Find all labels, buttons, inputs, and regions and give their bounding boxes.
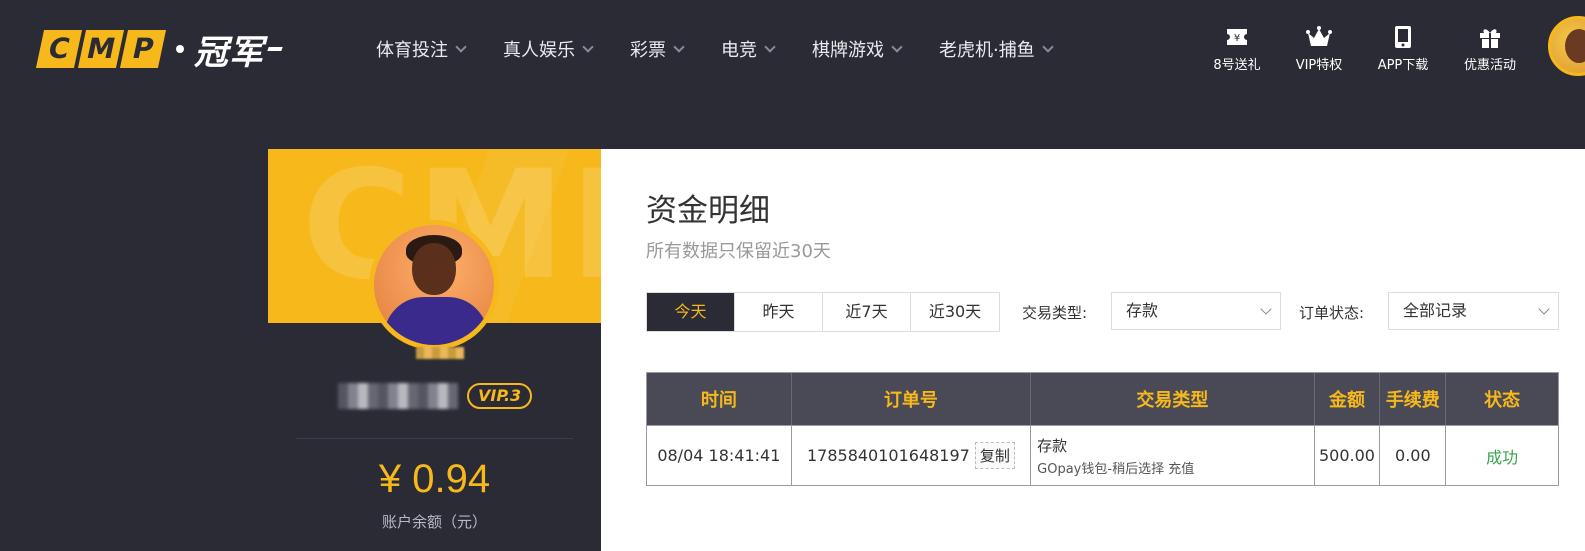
quick-links: ¥ 8号送礼 VIP特权 APP下载 优惠活动 <box>1200 24 1538 73</box>
cell-order-no: 1785840101648197 复制 <box>792 426 1032 485</box>
logo-dash <box>267 47 283 51</box>
chevron-down-icon <box>764 40 776 53</box>
tab-today[interactable]: 今天 <box>647 293 735 331</box>
tab-last-30-days[interactable]: 近30天 <box>911 293 999 331</box>
nav-item-label: 真人娱乐 <box>503 40 575 61</box>
quick-link-gift-8th[interactable]: ¥ 8号送礼 <box>1200 24 1274 73</box>
table-row: 08/04 18:41:41 1785840101648197 复制 存款 GO… <box>647 426 1558 485</box>
quick-link-label: VIP特权 <box>1295 58 1343 73</box>
chevron-down-icon <box>582 40 594 53</box>
transaction-method: GOpay钱包-稍后选择 充值 <box>1037 461 1195 477</box>
balance-label: 账户余额（元） <box>381 513 487 531</box>
nav-item-live-casino[interactable]: 真人娱乐 <box>503 36 594 62</box>
svg-text:¥: ¥ <box>1234 33 1240 44</box>
order-number: 1785840101648197 <box>806 446 970 465</box>
column-header-fee: 手续费 <box>1380 373 1447 425</box>
nav-item-card-games[interactable]: 棋牌游戏 <box>812 36 903 62</box>
nav-item-esports[interactable]: 电竞 <box>721 36 776 62</box>
nav-item-label: 体育投注 <box>376 40 448 61</box>
quick-link-vip[interactable]: VIP特权 <box>1274 24 1364 73</box>
column-header-type: 交易类型 <box>1031 373 1315 425</box>
transaction-type-value: 存款 <box>1126 301 1159 320</box>
chevron-down-icon <box>1260 303 1272 315</box>
site-logo[interactable]: C M P 冠军 <box>35 28 283 73</box>
chevron-down-icon <box>455 40 467 53</box>
logo-letters: C M P <box>35 30 167 68</box>
transaction-type: 存款 <box>1037 436 1068 455</box>
cell-amount: 500.00 <box>1315 426 1381 485</box>
transaction-type-label: 交易类型: <box>1022 304 1088 322</box>
date-range-tabs: 今天 昨天 近7天 近30天 <box>646 292 1000 332</box>
page-subtitle: 所有数据只保留近30天 <box>646 241 831 262</box>
account-balance: ¥ 0.94 <box>378 457 491 501</box>
order-status-select[interactable]: 全部记录 <box>1388 292 1559 330</box>
nav-item-lottery[interactable]: 彩票 <box>630 36 685 62</box>
avatar-head <box>412 243 456 295</box>
blurred-tag <box>416 347 464 359</box>
order-status-label: 订单状态: <box>1299 304 1365 322</box>
nav-item-label: 老虎机·捕鱼 <box>939 40 1035 61</box>
nav-item-label: 彩票 <box>630 40 666 61</box>
quick-link-app-download[interactable]: APP下载 <box>1364 24 1442 73</box>
main-nav: 体育投注 真人娱乐 彩票 电竞 棋牌游戏 老虎机·捕鱼 <box>376 36 1090 62</box>
cell-time: 08/04 18:41:41 <box>647 426 792 485</box>
column-header-status: 状态 <box>1484 390 1521 411</box>
nav-item-slots-fishing[interactable]: 老虎机·捕鱼 <box>939 36 1054 62</box>
column-header-order-no: 订单号 <box>792 373 1032 425</box>
ticket-icon: ¥ <box>1225 24 1249 50</box>
logo-chinese-name: 冠军 <box>194 32 264 73</box>
cell-type: 存款 GOpay钱包-稍后选择 充值 <box>1031 426 1315 485</box>
avatar-photo <box>374 225 494 345</box>
cell-status: 成功 <box>1486 447 1519 467</box>
chevron-down-icon <box>1042 40 1054 53</box>
table-header: 时间 订单号 交易类型 金额 手续费 状态 <box>647 373 1558 426</box>
avatar-face <box>1565 29 1585 63</box>
quick-link-label: 8号送礼 <box>1213 58 1261 73</box>
quick-link-promotions[interactable]: 优惠活动 <box>1442 24 1538 73</box>
cell-fee: 0.00 <box>1380 426 1447 485</box>
chevron-down-icon <box>891 40 903 53</box>
nav-item-label: 电竞 <box>721 40 757 61</box>
copy-button[interactable]: 复制 <box>974 442 1015 469</box>
order-status-value: 全部记录 <box>1403 301 1468 320</box>
logo-letter-c: C <box>35 30 83 68</box>
chevron-down-icon <box>673 40 685 53</box>
quick-link-label: 优惠活动 <box>1463 58 1516 73</box>
top-header: C M P 冠军 体育投注 真人娱乐 彩票 电竞 棋牌游戏 老虎机·捕鱼 ¥ 8… <box>0 0 1585 100</box>
page-title: 资金明细 <box>646 193 770 229</box>
profile-avatar[interactable] <box>369 220 499 350</box>
transactions-table: 时间 订单号 交易类型 金额 手续费 状态 08/04 18:41:41 178… <box>646 372 1559 486</box>
logo-letter-m: M <box>77 30 125 68</box>
chevron-down-icon <box>1538 303 1550 315</box>
vip-badge: VIP.3 <box>467 383 533 409</box>
profile-panel: CMP VIP.3 ¥ 0.94 账户余额（元） <box>268 149 601 551</box>
tab-last-7-days[interactable]: 近7天 <box>823 293 911 331</box>
tab-yesterday[interactable]: 昨天 <box>735 293 823 331</box>
user-avatar[interactable] <box>1548 16 1585 76</box>
phone-icon <box>1394 24 1412 50</box>
column-header-amount: 金额 <box>1315 373 1381 425</box>
transaction-type-select[interactable]: 存款 <box>1111 292 1281 330</box>
avatar-shirt <box>384 297 488 345</box>
crown-icon <box>1305 24 1333 50</box>
gift-icon <box>1478 24 1502 50</box>
fund-details-panel: 资金明细 所有数据只保留近30天 今天 昨天 近7天 近30天 交易类型: 存款… <box>601 149 1585 551</box>
divider <box>296 438 573 439</box>
quick-link-label: APP下载 <box>1377 58 1429 73</box>
logo-dot <box>176 45 184 53</box>
blurred-username <box>338 383 458 409</box>
logo-letter-p: P <box>119 30 167 68</box>
nav-item-sports[interactable]: 体育投注 <box>376 36 467 62</box>
column-header-time: 时间 <box>647 373 792 425</box>
nav-item-label: 棋牌游戏 <box>812 40 884 61</box>
